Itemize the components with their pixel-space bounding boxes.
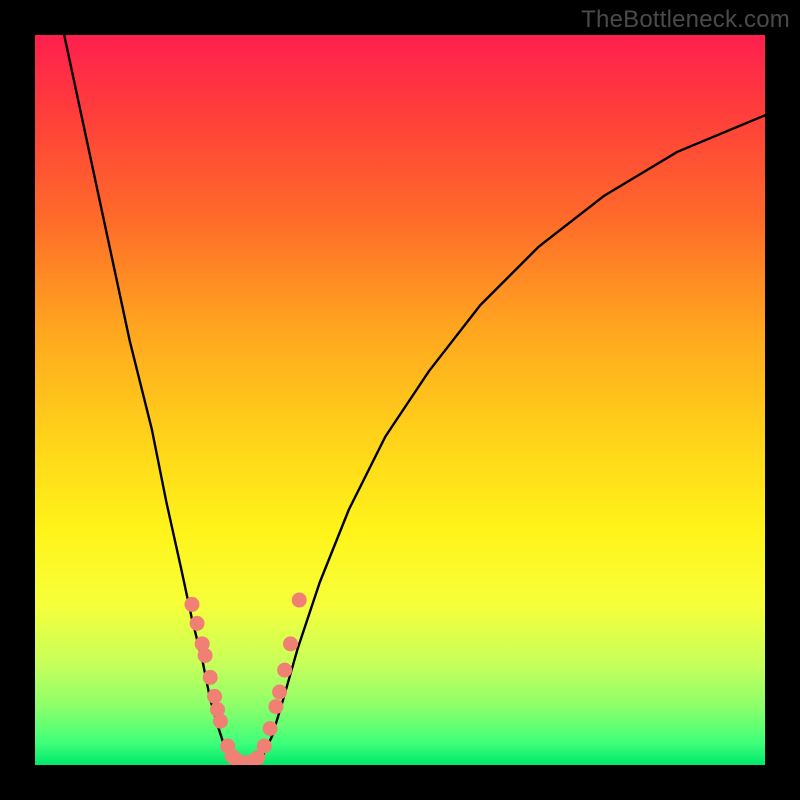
data-marker xyxy=(268,699,283,714)
data-marker xyxy=(203,670,218,685)
data-marker xyxy=(257,739,272,754)
data-marker xyxy=(207,689,222,704)
curve-svg xyxy=(35,35,765,765)
data-marker xyxy=(292,593,307,608)
data-marker xyxy=(213,714,228,729)
data-marker xyxy=(190,616,205,631)
data-marker xyxy=(272,685,287,700)
curve-group xyxy=(64,35,765,764)
chart-frame: TheBottleneck.com xyxy=(0,0,800,800)
plot-area xyxy=(35,35,765,765)
bottleneck-curve xyxy=(64,35,765,764)
attribution-label: TheBottleneck.com xyxy=(581,6,790,34)
data-marker xyxy=(263,721,278,736)
data-marker xyxy=(198,648,213,663)
data-marker xyxy=(283,636,298,651)
data-marker xyxy=(277,663,292,678)
data-marker xyxy=(184,597,199,612)
